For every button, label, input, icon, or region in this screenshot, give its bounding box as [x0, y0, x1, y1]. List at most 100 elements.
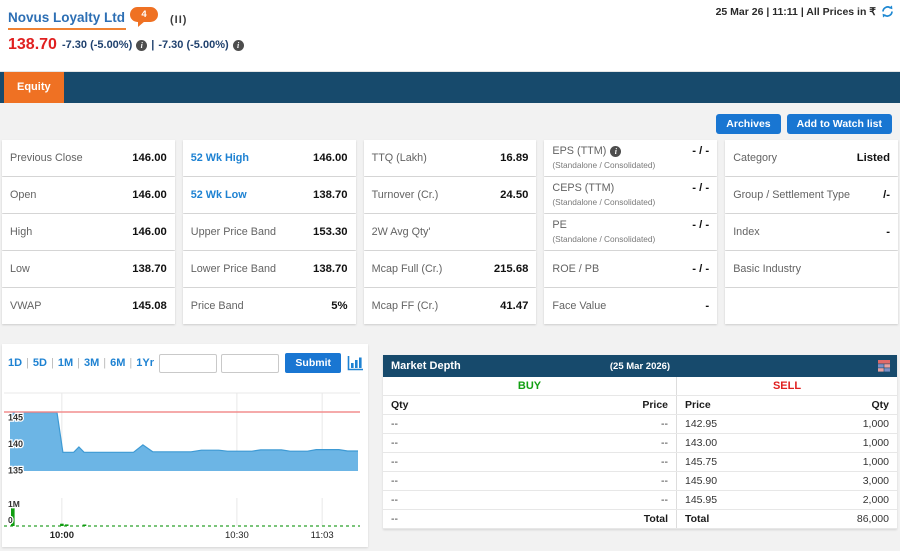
- stat-label-category: Category: [733, 152, 777, 165]
- range-1d[interactable]: 1D: [8, 357, 22, 369]
- buy-qty: --: [391, 437, 398, 449]
- sell-qty: 2,000: [862, 494, 889, 506]
- stat-value-pe: - / -: [692, 219, 710, 231]
- archives-button[interactable]: Archives: [716, 114, 781, 134]
- announcement-badge[interactable]: 4: [130, 7, 159, 27]
- stat-label-mcap-ff-cr: Mcap FF (Cr.): [372, 300, 439, 313]
- buy-header: BUY: [383, 377, 677, 395]
- stat-label-text: ROE / PB: [552, 262, 600, 275]
- tab-equity[interactable]: Equity: [4, 72, 64, 103]
- y-tick-145: 145: [8, 412, 23, 422]
- sell-price-header: Price: [685, 399, 711, 411]
- market-depth-header: Market Depth (25 Mar 2026): [383, 355, 897, 377]
- stat-mcap-full-cr: Mcap Full (Cr.) 215.68: [363, 251, 537, 287]
- range-3m[interactable]: 3M: [84, 357, 99, 369]
- stat-category: Category Listed: [725, 140, 898, 176]
- range-1m[interactable]: 1M: [58, 357, 73, 369]
- stat-label-upper-price-band: Upper Price Band: [191, 226, 276, 239]
- chart-type-icon[interactable]: [347, 355, 364, 371]
- stat-value-low: 138.70: [132, 263, 167, 275]
- stat-open: Open 146.00: [2, 177, 175, 213]
- stat-value-high: 146.00: [132, 226, 167, 238]
- stat-label-open: Open: [10, 189, 36, 202]
- stat-label-text: EPS (TTM): [552, 145, 607, 157]
- stat-label-52-wk-high[interactable]: 52 Wk High: [191, 152, 249, 165]
- buy-price: --: [661, 418, 668, 430]
- stat-label-text: Open: [10, 188, 37, 201]
- add-to-watchlist-button[interactable]: Add to Watch list: [786, 114, 892, 134]
- stat-turnover-cr: Turnover (Cr.) 24.50: [363, 177, 537, 213]
- info-icon[interactable]: i: [610, 146, 622, 157]
- info-icon[interactable]: i: [232, 39, 244, 51]
- stat-sublabel: (Standalone / Consolidated): [552, 160, 656, 170]
- stat-lower-price-band: Lower Price Band 138.70: [182, 251, 356, 287]
- price-row: 138.70 -7.30 (-5.00%) i | -7.30 (-5.00%)…: [8, 36, 244, 54]
- chart-from-date-input[interactable]: [159, 353, 218, 373]
- info-icon[interactable]: i: [136, 39, 148, 51]
- stat-ceps-ttm: CEPS (TTM) (Standalone / Consolidated) - /…: [544, 177, 718, 213]
- depth-buy-cells: -- --: [383, 453, 677, 471]
- badge-count: 4: [141, 9, 147, 20]
- stat-label-text: Basic Industry: [733, 262, 801, 275]
- stat-basic-industry: Basic Industry: [725, 251, 898, 287]
- depth-row-4: -- -- 145.90 3,000: [383, 472, 897, 491]
- buy-price: --: [661, 437, 668, 449]
- company-name[interactable]: Novus Loyalty Ltd: [8, 6, 127, 30]
- stat-value-mcap-ff-cr: 41.47: [500, 300, 529, 312]
- stat-pe: PE (Standalone / Consolidated) - / -: [544, 214, 718, 250]
- buy-price-header: Price: [642, 399, 668, 411]
- stat-label-price-band: Price Band: [191, 300, 244, 313]
- stat-previous-close: Previous Close 146.00: [2, 140, 175, 176]
- stat-label-eps-ttm: EPS (TTM) i (Standalone / Consolidated): [552, 145, 655, 172]
- action-buttons: Archives Add to Watch list: [716, 114, 892, 134]
- depth-sell-cells: 145.75 1,000: [677, 453, 897, 471]
- stat-label-text: Group / Settlement Type: [733, 188, 851, 201]
- stat-52-wk-high: 52 Wk High 146.00: [182, 140, 356, 176]
- stat-value-ttq-lakh: 16.89: [500, 152, 529, 164]
- chart-to-date-input[interactable]: [221, 353, 280, 373]
- stat-value-previous-close: 146.00: [132, 152, 167, 164]
- depth-row-1: -- -- 142.95 1,000: [383, 415, 897, 434]
- sell-price: 145.75: [685, 456, 718, 468]
- stat-value-turnover-cr: 24.50: [500, 189, 529, 201]
- stat-label-previous-close: Previous Close: [10, 152, 83, 165]
- stat-label-text: Face Value: [552, 299, 607, 312]
- stat-label-52-wk-low[interactable]: 52 Wk Low: [191, 189, 247, 202]
- stat-label-text: Turnover (Cr.): [371, 188, 439, 201]
- stat-label-text: CEPS (TTM): [552, 182, 615, 194]
- stat-roe-pb: ROE / PB - / -: [544, 251, 718, 287]
- stat-label-text: Mcap Full (Cr.): [371, 262, 443, 275]
- stats-column-2: 52 Wk High 146.00 52 Wk Low 138.70 Upper Pri…: [182, 140, 356, 324]
- chart-controls: 1D | 5D | 1M | 3M | 6M | 1Yr Submit: [8, 352, 364, 374]
- stat-low: Low 138.70: [2, 251, 175, 287]
- buy-qty: --: [391, 475, 398, 487]
- stat-label-lower-price-band: Lower Price Band: [191, 263, 276, 276]
- sell-qty: 3,000: [862, 475, 889, 487]
- buy-price: --: [661, 456, 668, 468]
- depth-buy-cells: -- --: [383, 472, 677, 490]
- range-5d[interactable]: 5D: [33, 357, 47, 369]
- range-1yr[interactable]: 1Yr: [136, 357, 154, 369]
- stat-label-ttq-lakh: TTQ (Lakh): [372, 152, 427, 165]
- chart-submit-button[interactable]: Submit: [285, 353, 341, 373]
- last-traded-price: 138.70: [8, 36, 57, 53]
- buy-sell-header-row: BUY SELL: [383, 377, 897, 396]
- stat-label-turnover-cr: Turnover (Cr.): [372, 189, 439, 202]
- stat-2w-avg-qty: 2W Avg Qty': [363, 214, 537, 250]
- stat-value-category: Listed: [856, 152, 890, 164]
- stat-sublabel: (Standalone / Consolidated): [552, 234, 656, 244]
- range-6m[interactable]: 6M: [110, 357, 125, 369]
- price-chart: 145 140 135 1M 0 10:00 10:30 11:03: [4, 392, 360, 541]
- sell-price: 145.90: [685, 475, 718, 487]
- depth-row-5: -- -- 145.95 2,000: [383, 491, 897, 510]
- range-separator: |: [129, 357, 133, 369]
- stat-value-ceps-ttm: - / -: [692, 182, 710, 194]
- stat-value-face-value: -: [705, 300, 710, 312]
- sell-qty: 1,000: [862, 456, 889, 468]
- stats-column-5: Category Listed Group / Settlement Type /- I…: [725, 140, 898, 324]
- table-icon[interactable]: [878, 360, 890, 372]
- security-suffix: (II): [170, 14, 188, 26]
- stat-high: High 146.00: [2, 214, 175, 250]
- refresh-icon[interactable]: [880, 4, 895, 19]
- depth-sell-cells: 143.00 1,000: [677, 434, 897, 452]
